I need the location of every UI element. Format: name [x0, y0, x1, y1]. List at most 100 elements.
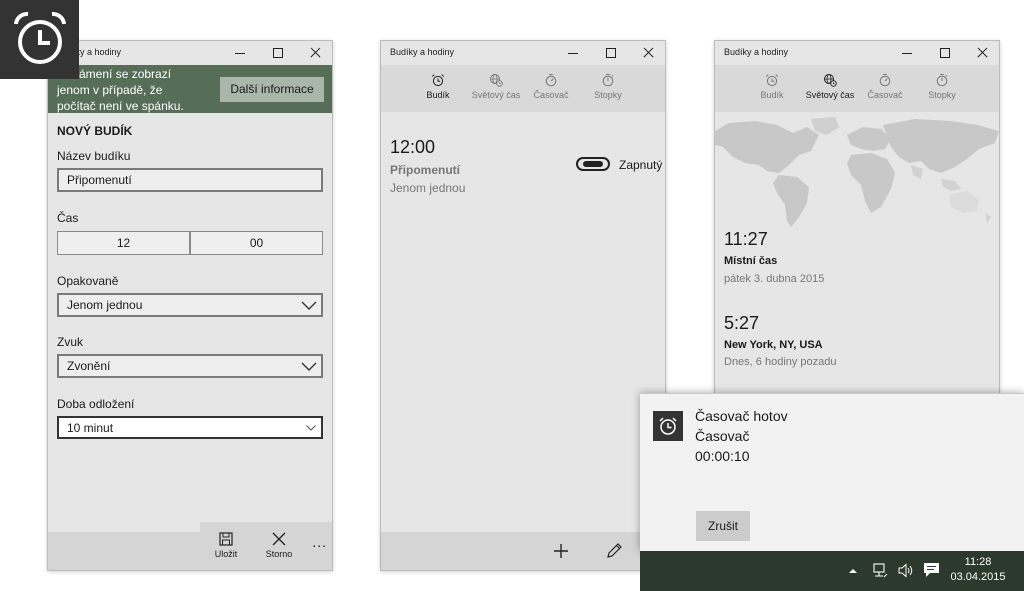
- globe-icon: [824, 74, 837, 87]
- title-bar: Budíky a hodiny: [715, 41, 999, 65]
- minimize-button[interactable]: [887, 41, 925, 65]
- chevron-down-icon: [301, 301, 317, 310]
- tab-timer[interactable]: Časovač: [529, 73, 573, 100]
- alarm-icon: [431, 74, 445, 87]
- alarm-icon: [765, 74, 779, 87]
- close-icon: [272, 532, 286, 546]
- minute-picker[interactable]: 00: [190, 231, 323, 255]
- local-clock-name: Místní čas: [724, 255, 778, 267]
- cancel-label: Storno: [265, 549, 293, 559]
- minimize-button[interactable]: [553, 41, 591, 65]
- tab-label: Světový čas: [471, 90, 521, 100]
- globe-icon: [490, 74, 503, 87]
- sound-select[interactable]: Zvonění: [57, 354, 323, 378]
- tab-world-clock[interactable]: Světový čas: [469, 73, 523, 100]
- tab-stopwatch[interactable]: Stopky: [922, 73, 962, 100]
- city-clock-name: New York, NY, USA: [724, 339, 823, 351]
- hour-picker[interactable]: 12: [57, 231, 190, 255]
- maximize-button[interactable]: [925, 41, 963, 65]
- timer-icon: [545, 74, 557, 87]
- edit-icon[interactable]: [606, 542, 623, 559]
- action-center-icon[interactable]: [923, 562, 940, 578]
- alarm-toggle[interactable]: [576, 157, 610, 171]
- close-button[interactable]: [296, 41, 332, 65]
- tab-bar: Budík Světový čas Časovač Stopky: [715, 65, 999, 112]
- app-logo: [0, 0, 79, 79]
- close-button[interactable]: [629, 41, 665, 65]
- local-clock-date: pátek 3. dubna 2015: [724, 273, 825, 285]
- alarm-toggle-label: Zapnutý: [619, 158, 663, 172]
- window-title: Budíky a hodiny: [724, 47, 789, 57]
- city-clock-time: 5:27: [724, 313, 760, 333]
- tab-world-clock[interactable]: Světový čas: [803, 73, 857, 100]
- tab-label: Časovač: [533, 90, 569, 100]
- stopwatch-icon: [602, 74, 614, 87]
- repeat-value: Jenom jednou: [67, 298, 143, 312]
- tab-alarm[interactable]: Budík: [752, 73, 792, 100]
- chevron-up-icon[interactable]: [848, 567, 858, 575]
- tab-label: Stopky: [594, 90, 622, 100]
- alarm-clock-icon: [659, 417, 677, 435]
- notification-line: Časovač: [695, 428, 750, 444]
- taskbar-time: 11:28: [964, 556, 992, 568]
- save-icon: [219, 532, 233, 546]
- notification-app-icon: [653, 411, 683, 441]
- page-title: NOVÝ BUDÍK: [57, 124, 133, 138]
- repeat-select[interactable]: Jenom jednou: [57, 293, 323, 317]
- new-alarm-window: Budíky a hodiny Oznámení se zobrazí jeno…: [47, 40, 333, 571]
- local-clock-time: 11:27: [724, 229, 768, 249]
- taskbar: 11:28 03.04.2015: [640, 551, 1024, 591]
- command-bar: [381, 532, 665, 570]
- minimize-button[interactable]: [220, 41, 258, 65]
- sound-value: Zvonění: [67, 359, 111, 373]
- time-label: Čas: [57, 211, 79, 225]
- dismiss-button[interactable]: Zrušit: [696, 511, 750, 541]
- city-clock-offset: Dnes, 6 hodiny pozadu: [724, 356, 837, 368]
- tab-label: Světový čas: [805, 90, 855, 100]
- alarm-time: 12:00: [390, 137, 436, 157]
- sleep-notice-banner: Oznámení se zobrazí jenom v případě, že …: [48, 65, 332, 113]
- alarm-name-input[interactable]: Připomenutí: [57, 168, 323, 192]
- timer-notification[interactable]: Časovač hotov Časovač 00:00:10 Zrušit: [640, 393, 1024, 551]
- timer-icon: [879, 74, 891, 87]
- alarm-name-label: Název budíku: [57, 149, 131, 163]
- tab-label: Časovač: [867, 90, 903, 100]
- banner-line: jenom v případě, že: [57, 83, 163, 97]
- tab-stopwatch[interactable]: Stopky: [588, 73, 628, 100]
- notification-time: 00:00:10: [695, 448, 750, 464]
- maximize-button[interactable]: [591, 41, 629, 65]
- title-bar: Budíky a hodiny: [48, 41, 332, 65]
- tab-label: Budík: [760, 90, 784, 100]
- tab-label: Stopky: [928, 90, 956, 100]
- chevron-down-icon: [301, 362, 317, 371]
- snooze-label: Doba odložení: [57, 397, 135, 411]
- tab-bar: Budík Světový čas Časovač Stopky: [381, 65, 665, 112]
- taskbar-date: 03.04.2015: [950, 571, 1006, 583]
- tab-timer[interactable]: Časovač: [863, 73, 907, 100]
- tab-label: Budík: [426, 90, 450, 100]
- title-bar: Budíky a hodiny: [381, 41, 665, 65]
- snooze-select[interactable]: 10 minut: [57, 416, 323, 439]
- notification-title: Časovač hotov: [695, 408, 788, 424]
- toggle-knob: [583, 161, 603, 167]
- repeat-label: Opakovaně: [57, 274, 119, 288]
- add-icon[interactable]: [553, 543, 569, 559]
- banner-line: počítač není ve spánku.: [57, 99, 184, 113]
- close-button[interactable]: [963, 41, 999, 65]
- tab-alarm[interactable]: Budík: [418, 73, 458, 100]
- cancel-button[interactable]: Storno: [259, 532, 299, 559]
- window-title: Budíky a hodiny: [390, 47, 455, 57]
- stopwatch-icon: [936, 74, 948, 87]
- network-icon[interactable]: [872, 563, 888, 578]
- volume-icon[interactable]: [898, 563, 914, 578]
- chevron-down-icon: [306, 425, 316, 431]
- sound-label: Zvuk: [57, 335, 84, 349]
- more-options-button[interactable]: ...: [312, 534, 327, 550]
- more-info-button[interactable]: Další informace: [220, 77, 324, 102]
- snooze-value: 10 minut: [67, 421, 114, 435]
- taskbar-clock[interactable]: 11:28 03.04.2015: [945, 555, 1011, 585]
- maximize-button[interactable]: [258, 41, 296, 65]
- alarm-name: Připomenutí: [390, 163, 461, 177]
- save-button[interactable]: Uložit: [206, 532, 246, 559]
- world-map[interactable]: [715, 113, 1000, 233]
